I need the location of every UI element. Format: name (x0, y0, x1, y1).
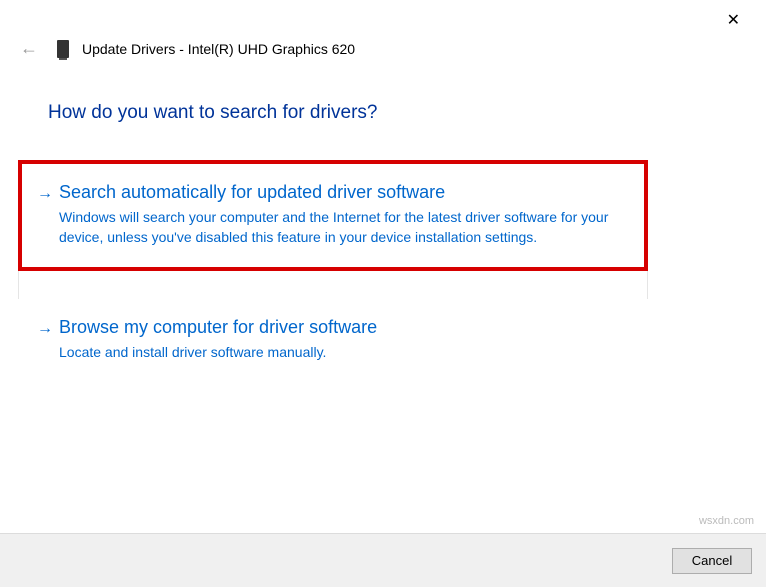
cancel-button[interactable]: Cancel (672, 548, 752, 574)
option-auto-desc: Windows will search your computer and th… (59, 208, 623, 247)
option-auto-title: Search automatically for updated driver … (59, 181, 623, 204)
bottom-bar: Cancel (0, 533, 766, 587)
spacer (18, 271, 648, 299)
device-icon (57, 40, 69, 58)
back-arrow-icon: ← (20, 38, 38, 58)
close-icon: ✕ (727, 12, 740, 29)
arrow-right-icon: → (37, 185, 53, 203)
options-container: → Search automatically for updated drive… (18, 160, 648, 414)
option-browse-computer[interactable]: → Browse my computer for driver software… (18, 299, 648, 414)
watermark: wsxdn.com (699, 515, 754, 527)
header: ← Update Drivers - Intel(R) UHD Graphics… (14, 36, 355, 61)
option-browse-desc: Locate and install driver software manua… (59, 343, 623, 363)
question-heading: How do you want to search for drivers? (48, 102, 378, 124)
close-button[interactable]: ✕ (719, 6, 748, 34)
window-title: Update Drivers - Intel(R) UHD Graphics 6… (82, 41, 355, 57)
option-search-automatically[interactable]: → Search automatically for updated drive… (18, 160, 648, 271)
arrow-right-icon: → (37, 320, 53, 338)
back-button[interactable]: ← (14, 36, 44, 61)
option-browse-title: Browse my computer for driver software (59, 316, 623, 339)
